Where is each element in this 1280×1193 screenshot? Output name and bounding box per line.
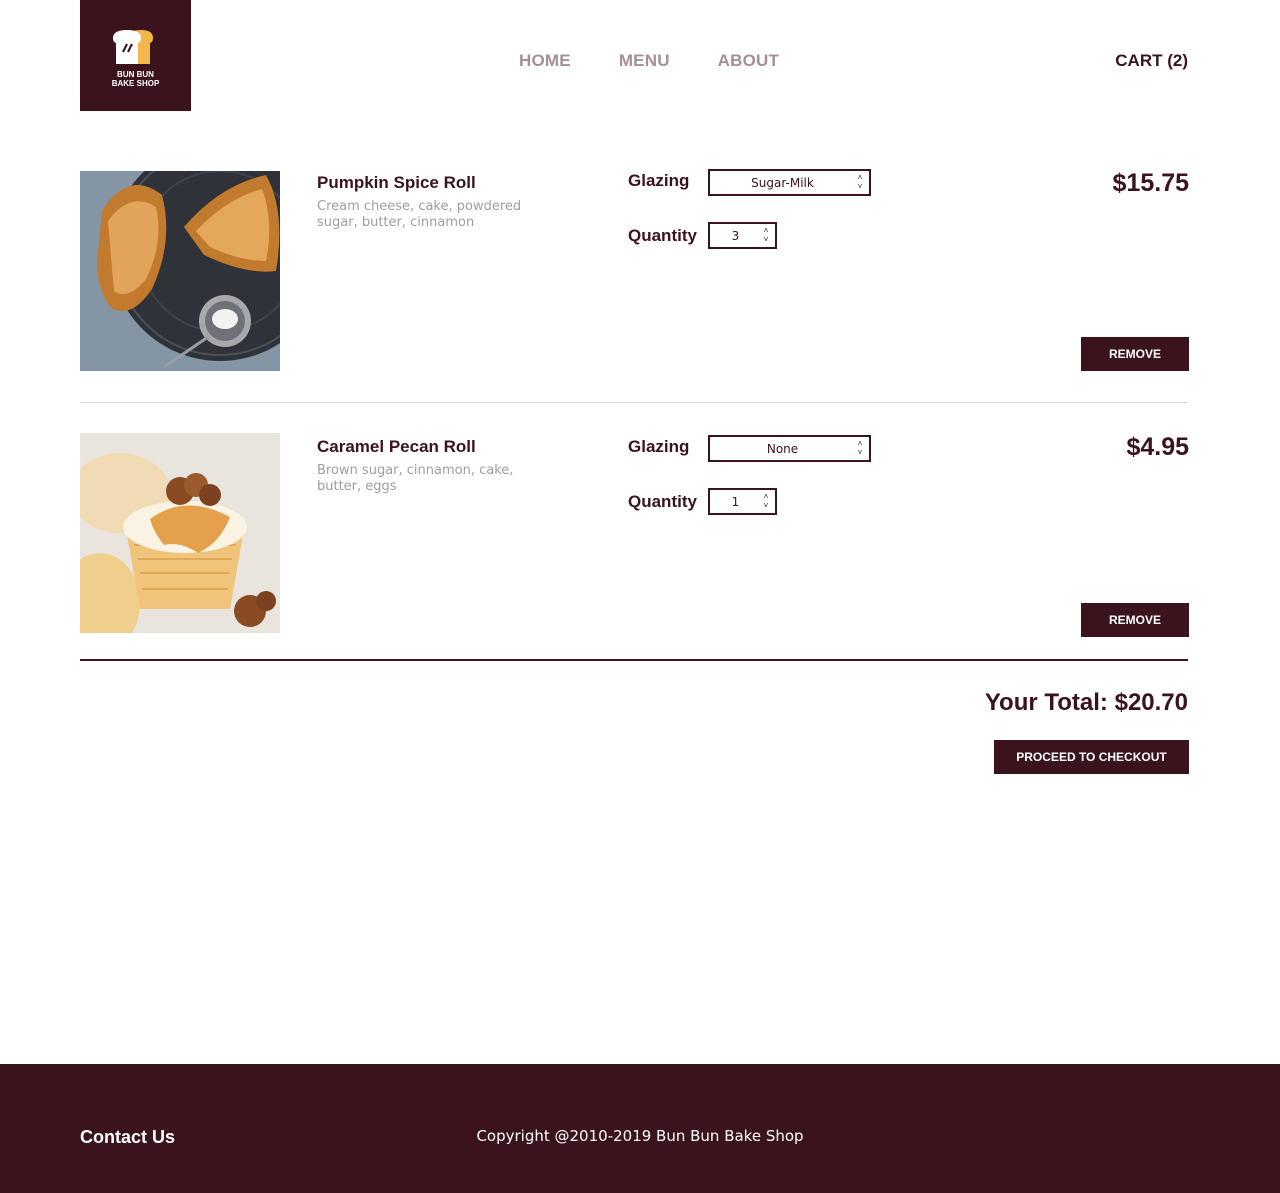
item-divider: [80, 402, 1188, 403]
logo-text: BUN BUN BAKE SHOP: [80, 70, 191, 88]
item-image-caramel-pecan-roll: [80, 433, 280, 633]
contact-us-link[interactable]: Contact Us: [80, 1127, 175, 1148]
remove-button[interactable]: REMOVE: [1081, 337, 1189, 371]
glazing-value: Sugar-Milk: [751, 176, 814, 190]
select-arrows-icon: ˄ ˅: [857, 439, 863, 457]
item-description: Brown sugar, cinnamon, cake, butter, egg…: [317, 463, 514, 494]
glazing-label: Glazing: [628, 437, 690, 456]
quantity-value: 1: [731, 495, 740, 509]
glazing-select[interactable]: Sugar-Milk ˄ ˅: [708, 169, 871, 196]
item-price: $15.75: [1112, 169, 1189, 197]
nav-about[interactable]: ABOUT: [718, 51, 779, 71]
cart-item: Pumpkin Spice Roll Cream cheese, cake, p…: [80, 169, 1189, 371]
order-total: Your Total: $20.70: [984, 689, 1188, 716]
checkout-button[interactable]: PROCEED TO CHECKOUT: [994, 740, 1189, 774]
bread-icon: [113, 30, 153, 64]
logo[interactable]: BUN BUN BAKE SHOP: [80, 0, 191, 111]
item-image-pumpkin-spice-roll: [80, 171, 280, 371]
item-price: $4.95: [1126, 433, 1189, 461]
item-name: Pumpkin Spice Roll: [317, 173, 476, 192]
quantity-stepper[interactable]: 1 ˄ ˅: [708, 488, 777, 515]
nav-home[interactable]: HOME: [519, 51, 571, 71]
total-divider: [80, 659, 1188, 661]
quantity-value: 3: [731, 229, 740, 243]
quantity-label: Quantity: [628, 226, 697, 245]
main-nav: HOME MENU ABOUT: [519, 51, 779, 71]
stepper-arrows-icon[interactable]: ˄ ˅: [761, 492, 771, 512]
item-description: Cream cheese, cake, powdered sugar, butt…: [317, 199, 522, 230]
remove-button[interactable]: REMOVE: [1081, 603, 1189, 637]
glazing-label: Glazing: [628, 171, 690, 190]
select-arrows-icon: ˄ ˅: [857, 173, 863, 191]
item-name: Caramel Pecan Roll: [317, 437, 476, 456]
quantity-stepper[interactable]: 3 ˄ ˅: [708, 222, 777, 249]
nav-cart[interactable]: CART (2): [1115, 51, 1188, 71]
logo-line-2: BAKE SHOP: [111, 79, 160, 88]
glazing-select[interactable]: None ˄ ˅: [708, 435, 871, 462]
copyright-text: Copyright @2010-2019 Bun Bun Bake Shop: [476, 1127, 804, 1145]
logo-line-1: BUN BUN: [117, 70, 154, 79]
stepper-arrows-icon[interactable]: ˄ ˅: [761, 226, 771, 246]
glazing-value: None: [766, 442, 799, 456]
quantity-label: Quantity: [628, 492, 697, 511]
nav-menu[interactable]: MENU: [619, 51, 670, 71]
cart-item: Caramel Pecan Roll Brown sugar, cinnamon…: [80, 433, 1189, 637]
footer: Copyright @2010-2019 Bun Bun Bake Shop C…: [0, 1064, 1280, 1193]
